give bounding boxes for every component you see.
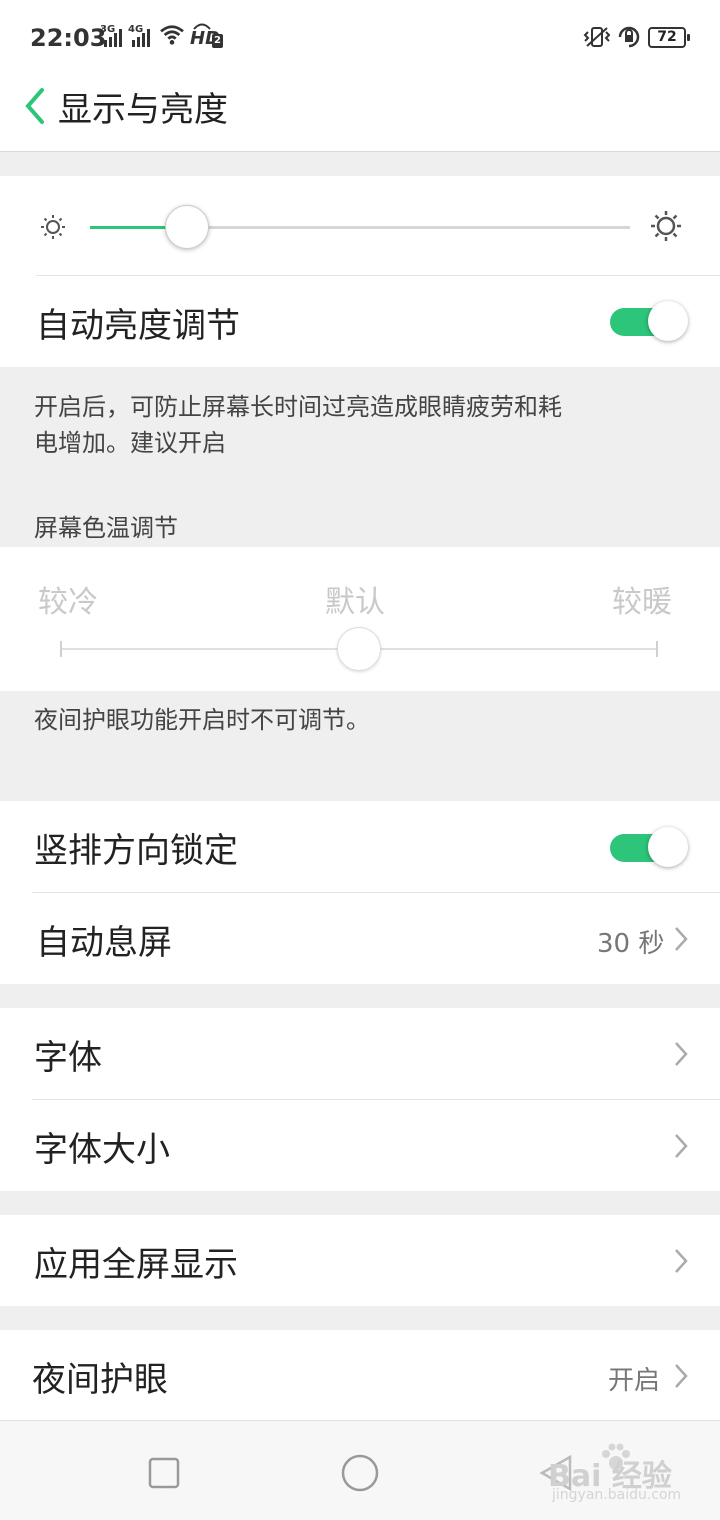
portrait-lock-row[interactable]: 竖排方向锁定 (0, 801, 720, 892)
color-temp-tick-start (60, 641, 62, 657)
back-chevron-icon[interactable] (20, 86, 50, 126)
page-title: 显示与亮度 (58, 90, 228, 130)
battery-level: 72 (657, 29, 677, 45)
signal-icon (132, 29, 150, 47)
hd-number: 2 (212, 34, 223, 48)
chevron-right-icon (675, 927, 688, 951)
auto-brightness-toggle[interactable] (610, 301, 688, 341)
font-label: 字体 (34, 1038, 102, 1078)
color-temp-tick-end (656, 641, 658, 657)
color-temp-slider[interactable] (60, 627, 658, 671)
app-fullscreen-card: 应用全屏显示 (0, 1215, 720, 1306)
font-size-label: 字体大小 (34, 1130, 170, 1170)
auto-brightness-note: 开启后，可防止屏幕长时间过亮造成眼睛疲劳和耗 电增加。建议开启 (34, 389, 562, 461)
brightness-high-icon (651, 211, 681, 241)
wifi-icon (160, 25, 184, 45)
watermark-url: jingyan.baidu.com (552, 1487, 682, 1503)
night-mode-label: 夜间护眼 (32, 1360, 168, 1400)
note-line-1: 开启后，可防止屏幕长时间过亮造成眼睛疲劳和耗 (34, 393, 562, 421)
app-fullscreen-row[interactable]: 应用全屏显示 (0, 1215, 720, 1306)
portrait-lock-toggle[interactable] (610, 827, 688, 867)
auto-sleep-row[interactable]: 自动息屏 30 秒 (0, 893, 720, 984)
auto-brightness-row[interactable]: 自动亮度调节 (0, 276, 720, 367)
navigation-bar: Bai 经验 jingyan.baidu.com (0, 1420, 720, 1520)
toggle-knob (648, 301, 688, 341)
recents-square-icon[interactable] (148, 1457, 180, 1489)
status-bar: 22:03 3G 4G HD 2 72 (0, 0, 720, 76)
brightness-slider[interactable] (90, 205, 630, 249)
home-circle-icon[interactable] (340, 1453, 380, 1493)
hd-voice-badge: HD 2 (190, 22, 224, 50)
font-size-row[interactable]: 字体大小 (0, 1100, 720, 1191)
color-temp-note: 夜间护眼功能开启时不可调节。 (34, 706, 370, 734)
battery-indicator: 72 (648, 27, 690, 48)
auto-sleep-value: 30 秒 (597, 929, 665, 959)
page-header: 显示与亮度 (0, 76, 720, 152)
color-temp-section-label: 屏幕色温调节 (34, 514, 178, 542)
chevron-right-icon (675, 1042, 688, 1066)
chevron-right-icon (675, 1134, 688, 1158)
brightness-low-icon (41, 215, 65, 239)
vibrate-icon (583, 27, 611, 47)
night-mode-card: 夜间护眼 开启 (0, 1330, 720, 1420)
status-time: 22:03 (30, 24, 107, 52)
night-mode-row[interactable]: 夜间护眼 开启 (0, 1330, 720, 1420)
app-fullscreen-label: 应用全屏显示 (34, 1245, 238, 1285)
color-temp-default-label: 默认 (325, 585, 385, 620)
color-temp-card: 较冷 默认 较暖 (0, 547, 720, 691)
rotation-lock-icon (618, 26, 640, 48)
chevron-right-icon (675, 1364, 688, 1388)
font-row[interactable]: 字体 (0, 1008, 720, 1099)
orientation-sleep-card: 竖排方向锁定 自动息屏 30 秒 (0, 801, 720, 984)
color-temp-warm-label: 较暖 (612, 585, 672, 620)
brightness-card: 自动亮度调节 (0, 176, 720, 367)
brightness-slider-thumb[interactable] (165, 205, 210, 249)
signal-icon (104, 29, 122, 47)
font-card: 字体 字体大小 (0, 1008, 720, 1191)
portrait-lock-label: 竖排方向锁定 (34, 831, 238, 871)
color-temp-cold-label: 较冷 (38, 585, 98, 620)
chevron-right-icon (675, 1249, 688, 1273)
auto-brightness-label: 自动亮度调节 (36, 306, 240, 346)
night-mode-value: 开启 (608, 1366, 661, 1396)
note-line-2: 电增加。建议开启 (34, 429, 226, 457)
toggle-knob (648, 827, 688, 867)
auto-sleep-label: 自动息屏 (36, 923, 172, 963)
color-temp-slider-thumb[interactable] (337, 627, 381, 671)
